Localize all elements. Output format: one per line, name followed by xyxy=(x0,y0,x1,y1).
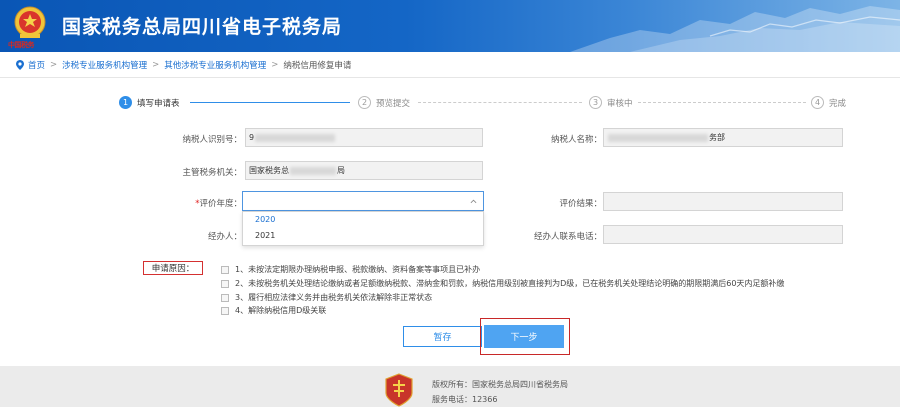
taxpayer-id-field: 9 xyxy=(245,128,483,147)
handler-phone-field[interactable] xyxy=(603,225,843,244)
breadcrumb-agency-mgmt[interactable]: 涉税专业服务机构管理 xyxy=(62,59,147,71)
chevron-up-icon xyxy=(470,199,477,204)
breadcrumb-other-agency-mgmt[interactable]: 其他涉税专业服务机构管理 xyxy=(164,59,266,71)
eval-year-label: *评价年度： xyxy=(195,199,242,209)
reason-checkbox-3[interactable] xyxy=(221,293,229,302)
tax-badge-icon xyxy=(385,373,413,407)
reason-item-4[interactable]: 4、解除纳税信用D级关联 xyxy=(221,305,326,316)
taxpayer-id-label: 纳税人识别号： xyxy=(182,135,242,145)
reason-checkbox-2[interactable] xyxy=(221,279,229,288)
eval-result-label: 评价结果： xyxy=(559,199,602,209)
next-step-button[interactable]: 下一步 xyxy=(484,325,564,348)
year-option-2020[interactable]: 2020 xyxy=(243,212,483,228)
site-header: 中国税务 国家税务总局四川省电子税务局 xyxy=(0,0,900,52)
reason-checkbox-1[interactable] xyxy=(221,265,229,274)
tax-authority-label: 主管税务机关： xyxy=(182,168,242,178)
site-title: 国家税务总局四川省电子税务局 xyxy=(62,16,343,38)
handler-phone-label: 经办人联系电话： xyxy=(533,232,602,242)
eval-result-field xyxy=(603,192,843,211)
reason-checkbox-4[interactable] xyxy=(221,306,229,315)
reason-item-1[interactable]: 1、未按法定期限办理纳税申报、税款缴纳、资料备案等事项且已补办 xyxy=(221,264,480,275)
breadcrumb-home[interactable]: 首页 xyxy=(28,59,45,71)
site-footer: 版权所有：国家税务总局四川省税务局 服务电话：12366 xyxy=(0,366,900,407)
eval-year-select[interactable] xyxy=(242,191,484,211)
progress-steps: 1 填写申请表 2 预览提交 3 审核中 4 完成 xyxy=(0,96,900,116)
footer-copyright: 版权所有：国家税务总局四川省税务局 xyxy=(432,380,568,389)
tax-authority-field: 国家税务总 局 xyxy=(245,161,483,180)
location-pin-icon xyxy=(16,59,24,70)
reason-label: 申请原因： xyxy=(143,261,203,275)
step-reviewing: 3 审核中 xyxy=(589,96,633,109)
step-connector xyxy=(638,102,806,103)
step-connector xyxy=(190,102,350,103)
eval-year-dropdown: 2020 2021 xyxy=(242,211,484,246)
great-wall-banner xyxy=(570,6,900,52)
save-draft-button[interactable]: 暂存 xyxy=(403,326,482,347)
step-preview-submit: 2 预览提交 xyxy=(358,96,410,109)
step-fill-form: 1 填写申请表 xyxy=(119,96,180,109)
taxpayer-name-label: 纳税人名称： xyxy=(550,135,602,145)
breadcrumb: 首页 > 涉税专业服务机构管理 > 其他涉税专业服务机构管理 > 纳税信用修复申… xyxy=(0,52,900,78)
step-complete: 4 完成 xyxy=(811,96,846,109)
footer-phone: 服务电话：12366 xyxy=(432,395,498,404)
year-option-2021[interactable]: 2021 xyxy=(243,228,483,244)
reason-item-2[interactable]: 2、未按税务机关处理结论缴纳或者足额缴纳税款、滞纳金和罚款，纳税信用级别被直接判… xyxy=(221,278,784,289)
reason-item-3[interactable]: 3、履行相应法律义务并由税务机关依法解除非正常状态 xyxy=(221,292,432,303)
handler-label: 经办人： xyxy=(207,232,242,242)
breadcrumb-current: 纳税信用修复申请 xyxy=(283,60,352,71)
taxpayer-name-field: 务部 xyxy=(603,128,843,147)
step-connector xyxy=(418,102,582,103)
emblem-caption: 中国税务 xyxy=(8,40,35,49)
